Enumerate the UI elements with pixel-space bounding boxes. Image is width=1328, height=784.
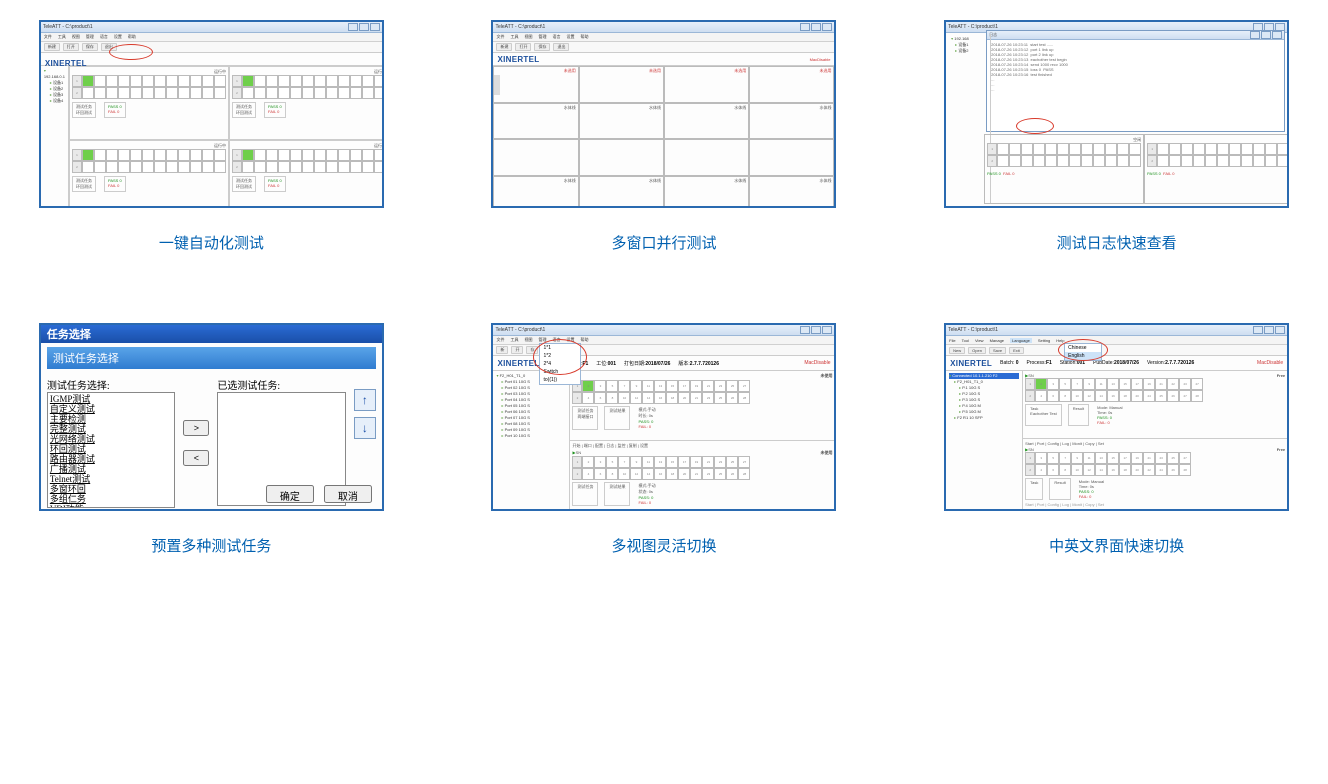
view-menu-dropdown[interactable]: 1*1 1*2 2*4 Switch to((1)) [539, 343, 581, 385]
panel-tabs[interactable]: Start | Port | Config | Log | Monit | Co… [1025, 441, 1285, 446]
window-titlebar: TeleATT - C:\product\1 [493, 325, 834, 336]
ok-button[interactable]: 确定 [266, 485, 314, 503]
right-list-label: 已选测试任务: [217, 377, 346, 392]
thumb-view-switch: TeleATT - C:\product\1 文件工具视图管理语言设置帮助 1*… [491, 323, 836, 511]
toolbar[interactable]: 新建打开保存退出 [41, 42, 382, 53]
mac-status: MacDisable [1257, 360, 1283, 366]
feature-3: TeleATT - C:\product\1 日志 2018-07-26 10:… [935, 20, 1298, 253]
log-text: 2018-07-26 10:23:11 start test ...... 20… [987, 40, 1284, 94]
device-tree[interactable]: F2_H01_T1_0 Port 01 10G S Port 02 10G S … [493, 371, 570, 509]
toolbar[interactable]: 新建打开保存退出 [493, 42, 834, 53]
brand-logo: XINERTEL [497, 359, 539, 368]
window-titlebar: TeleATT - C:\product\1 [946, 325, 1287, 336]
available-tasks-list[interactable]: IGMP测试自定义测试主要检测完整测试光网络测试环回测试路由器测试广播测试Tel… [47, 392, 176, 508]
device-tree[interactable]: Connected 10.1.1.210 F2 F2_H01_T1_0 P.1 … [946, 371, 1023, 509]
test-panel: 运行中 1 2 测试任务环回测试 PASS 0FAIL 0 [229, 66, 384, 140]
add-button[interactable]: > [183, 420, 209, 436]
menubar[interactable]: 文件工具视图管理语言设置帮助 [493, 33, 834, 42]
window-controls[interactable] [800, 326, 832, 334]
feature-6: TeleATT - C:\product\1 File Tool View Ma… [935, 323, 1298, 556]
panel-tabs[interactable]: 开始 | 端口 | 配置 | 日志 | 监控 | 复制 | 设置 [572, 443, 832, 449]
caption-3: 测试日志快速查看 [1057, 232, 1177, 253]
feature-2: TeleATT - C:\product\1 文件工具视图管理语言设置帮助 新建… [483, 20, 846, 253]
cancel-button[interactable]: 取消 [324, 485, 372, 503]
window-controls[interactable] [800, 23, 832, 31]
feature-grid: TeleATT - C:\product\1 文件工具视图管理语言设置帮助 新建… [10, 20, 1318, 556]
brand-logo: XINERTEL [493, 55, 539, 64]
mac-status: MacDisable [804, 360, 830, 366]
toolbar[interactable]: New Open Save Exit [946, 345, 1287, 356]
caption-1: 一键自动化测试 [159, 232, 264, 253]
log-dialog: 日志 2018-07-26 10:23:11 start test ......… [986, 30, 1285, 132]
mac-status: MacDisable [810, 57, 831, 62]
brand-logo: XINERTEL [41, 59, 87, 68]
window-title: TeleATT - C:\product\1 [43, 24, 93, 30]
test-panel: 运行中 1 2 测试任务环回测试 PASS 0FAIL 0 [69, 140, 229, 208]
window-controls[interactable] [348, 23, 380, 31]
thumb-language-switch: TeleATT - C:\product\1 File Tool View Ma… [944, 323, 1289, 511]
test-panel: 运行中 1 2 测试任务环回测试 PASS 0FAIL 0 [229, 140, 384, 208]
move-down-button[interactable]: ↓ [354, 417, 376, 439]
thumb-log-view: TeleATT - C:\product\1 日志 2018-07-26 10:… [944, 20, 1289, 208]
remove-button[interactable]: < [183, 450, 209, 466]
thumb-task-select: 任务选择 测试任务选择 测试任务选择: IGMP测试自定义测试主要检测完整测试光… [39, 323, 384, 511]
menubar[interactable]: File Tool View Manage Language Setting H… [946, 336, 1287, 345]
dialog-titlebar: 任务选择 [41, 325, 382, 343]
window-titlebar: TeleATT - C:\product\1 [493, 22, 834, 33]
brand-logo: XINERTEL [950, 359, 992, 368]
thumb-multiwindow: TeleATT - C:\product\1 文件工具视图管理语言设置帮助 新建… [491, 20, 836, 208]
caption-2: 多窗口并行测试 [611, 232, 716, 253]
move-up-button[interactable]: ↑ [354, 389, 376, 411]
window-controls[interactable] [1253, 326, 1285, 334]
left-list-label: 测试任务选择: [47, 377, 176, 392]
window-title: TeleATT - C:\product\1 [495, 24, 545, 30]
window-title: TeleATT - C:\product\1 [495, 327, 545, 333]
dialog-subtitle: 测试任务选择 [47, 347, 376, 369]
thumb-auto-test: TeleATT - C:\product\1 文件工具视图管理语言设置帮助 新建… [39, 20, 384, 208]
caption-4: 预置多种测试任务 [151, 535, 271, 556]
caption-5: 多视图灵活切换 [611, 535, 716, 556]
window-title: TeleATT - C:\product\1 [948, 327, 998, 333]
window-titlebar: TeleATT - C:\product\1 [41, 22, 382, 33]
feature-4: 任务选择 测试任务选择 测试任务选择: IGMP测试自定义测试主要检测完整测试光… [30, 323, 393, 556]
feature-1: TeleATT - C:\product\1 文件工具视图管理语言设置帮助 新建… [30, 20, 393, 253]
language-dropdown[interactable]: Chinese English [1064, 343, 1102, 361]
language-menu[interactable]: Language [1010, 338, 1032, 343]
dialog-title: 任务选择 [47, 326, 91, 342]
caption-6: 中英文界面快速切换 [1049, 535, 1184, 556]
device-tree[interactable]: 192.168.0.1 设备1 设备2 设备3 设备4 [41, 66, 69, 208]
test-panel: 运行中 1 2 测试任务环回测试 PASS 0FAIL 0 [69, 66, 229, 140]
feature-5: TeleATT - C:\product\1 文件工具视图管理语言设置帮助 1*… [483, 323, 846, 556]
menubar[interactable]: 文件工具视图管理语言设置帮助 [41, 33, 382, 42]
